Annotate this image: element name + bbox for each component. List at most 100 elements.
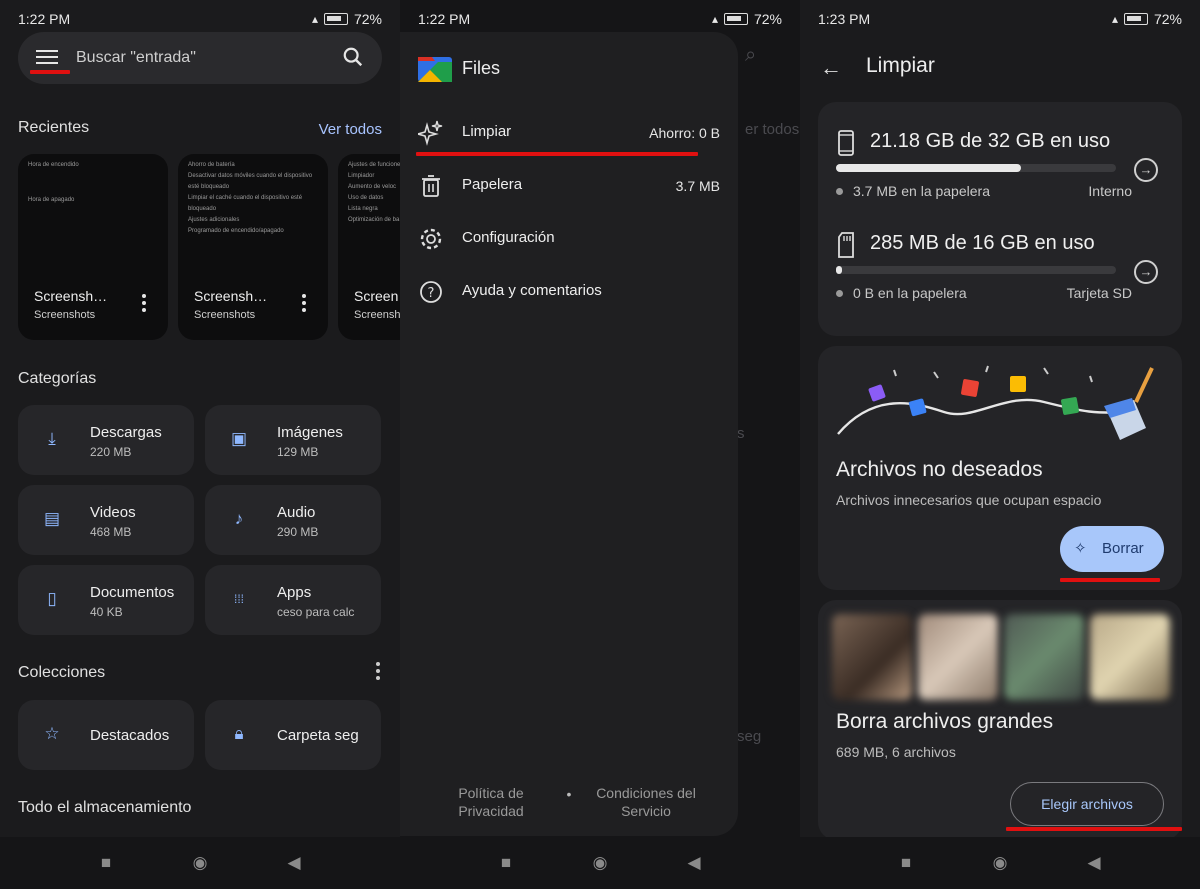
privacy-link[interactable]: Política de Privacidad xyxy=(450,784,532,820)
junk-title: Archivos no deseados xyxy=(836,458,1043,481)
video-icon: ▤ xyxy=(43,509,61,528)
apps-grid-icon: ⁞⁞⁞ xyxy=(233,592,244,606)
back-button[interactable]: ◀ xyxy=(1082,851,1106,875)
ahorro-value: Ahorro: 0 B xyxy=(649,125,720,141)
document-icon: ▯ xyxy=(47,589,57,608)
colecciones-title: Colecciones xyxy=(18,664,106,681)
trash-icon xyxy=(422,175,440,197)
gear-icon xyxy=(420,228,442,250)
almacenamiento-title: Todo el almacenamiento xyxy=(18,799,192,816)
large-files-description: 689 MB, 6 archivos xyxy=(836,744,956,760)
status-time: 1:23 PM xyxy=(818,11,871,27)
wifi-icon: ▴ xyxy=(1111,12,1118,26)
system-nav-bar: ■ ◉ ◀ xyxy=(800,837,1200,889)
wifi-icon: ▴ xyxy=(711,12,718,26)
recent-thumbnail[interactable]: Ajustes de funciones Limpiador Aumento d… xyxy=(338,154,400,340)
battery-icon xyxy=(723,13,748,25)
wifi-icon: ▴ xyxy=(311,12,318,26)
category-videos[interactable]: ▤ Videos 468 MB xyxy=(18,485,194,555)
drawer-item-ayuda[interactable]: ? Ayuda y comentarios xyxy=(400,271,738,311)
collection-destacados[interactable]: ☆ Destacados xyxy=(18,700,194,770)
large-files-card: Borra archivos grandes 689 MB, 6 archivo… xyxy=(818,600,1182,840)
home-button[interactable]: ◉ xyxy=(588,851,612,875)
highlight-underline xyxy=(416,152,698,156)
star-icon: ☆ xyxy=(44,724,60,743)
recent-file-name: Screensh… xyxy=(194,288,268,304)
navigation-drawer: Files Limpiar Ahorro: 0 B Papelera 3.7 M… xyxy=(400,32,738,836)
help-icon: ? xyxy=(420,281,442,303)
recent-thumbnail[interactable]: Ahorro de batería Desactivar datos móvil… xyxy=(178,154,328,340)
usage-fill xyxy=(836,266,842,274)
terms-link[interactable]: Condiciones del Servicio xyxy=(586,784,706,820)
category-audio[interactable]: ♪ Audio 290 MB xyxy=(205,485,381,555)
lock-icon: 🔒︎ xyxy=(234,724,244,743)
colecciones-more-icon[interactable] xyxy=(376,662,380,680)
battery-level: 72% xyxy=(753,11,782,27)
open-storage-arrow-icon[interactable]: → xyxy=(1134,158,1158,182)
drawer-item-limpiar[interactable]: Limpiar Ahorro: 0 B xyxy=(400,112,738,152)
search-placeholder[interactable]: Buscar "entrada" xyxy=(76,49,196,67)
files-logo-icon xyxy=(418,57,452,82)
hamburger-menu-icon[interactable] xyxy=(36,46,62,68)
image-icon: ▣ xyxy=(230,429,248,448)
recent-file-name: Screen xyxy=(354,288,399,304)
papelera-size: 3.7 MB xyxy=(675,178,720,194)
system-nav-bar: ■ ◉ ◀ xyxy=(400,837,800,889)
recents-button[interactable]: ■ xyxy=(494,851,518,875)
sparkle-icon: ✧ xyxy=(1074,540,1087,557)
category-apps[interactable]: ⁞⁞⁞ Apps ceso para calc xyxy=(205,565,381,635)
phone-icon xyxy=(838,130,854,156)
highlight-underline xyxy=(1006,827,1182,831)
storage-card: 21.18 GB de 32 GB en uso 3.7 MB en la pa… xyxy=(818,102,1182,336)
cleaning-illustration xyxy=(837,365,1154,440)
search-bar[interactable]: Buscar "entrada" xyxy=(18,32,382,84)
category-descargas[interactable]: ⤓ Descargas 220 MB xyxy=(18,405,194,475)
image-preview xyxy=(918,614,998,700)
image-preview xyxy=(1090,614,1170,700)
page-title: Limpiar xyxy=(866,54,935,77)
back-arrow-icon[interactable]: ← xyxy=(820,55,842,81)
categorias-title: Categorías xyxy=(18,370,97,387)
more-options-icon[interactable] xyxy=(142,294,146,315)
elegir-archivos-button[interactable]: Elegir archivos xyxy=(1010,782,1164,826)
drawer-item-configuracion[interactable]: Configuración xyxy=(400,218,738,258)
junk-description: Archivos innecesarios que ocupan espacio xyxy=(836,492,1102,508)
battery-level: 72% xyxy=(1153,11,1182,27)
battery-icon xyxy=(1123,13,1148,25)
download-icon: ⤓ xyxy=(48,429,56,448)
status-time: 1:22 PM xyxy=(418,11,471,27)
category-imagenes[interactable]: ▣ Imágenes 129 MB xyxy=(205,405,381,475)
highlight-underline xyxy=(1060,578,1160,582)
sd-card-icon xyxy=(838,232,854,258)
search-icon[interactable] xyxy=(342,46,364,68)
recent-file-folder: Screenshots xyxy=(194,309,256,321)
home-button[interactable]: ◉ xyxy=(988,851,1012,875)
recents-button[interactable]: ■ xyxy=(894,851,918,875)
status-bar: 1:23 PM ▴ 72% xyxy=(800,0,1200,38)
svg-text:?: ? xyxy=(428,286,435,301)
recents-button[interactable]: ■ xyxy=(94,851,118,875)
battery-level: 72% xyxy=(353,11,382,27)
recent-file-folder: Screenshots xyxy=(34,309,96,321)
image-preview xyxy=(832,614,912,700)
files-home-screen: 1:22 PM ▴ 72% Buscar "entrada" Recientes… xyxy=(0,0,400,889)
junk-files-card: Archivos no deseados Archivos innecesari… xyxy=(818,346,1182,590)
category-documentos[interactable]: ▯ Documentos 40 KB xyxy=(18,565,194,635)
sparkle-icon xyxy=(418,120,443,146)
app-title: Files xyxy=(462,58,501,78)
back-button[interactable]: ◀ xyxy=(682,851,706,875)
recent-thumbnail[interactable]: Hora de encendido Hora de apagado Screen… xyxy=(18,154,168,340)
battery-icon xyxy=(323,13,348,25)
open-storage-arrow-icon[interactable]: → xyxy=(1134,260,1158,284)
drawer-item-papelera[interactable]: Papelera 3.7 MB xyxy=(400,165,738,205)
ver-todos-link[interactable]: Ver todos xyxy=(319,121,382,138)
files-drawer-screen: ⌕ er todos s seg 1:22 PM ▴ 72% Files Lim… xyxy=(400,0,800,889)
home-button[interactable]: ◉ xyxy=(188,851,212,875)
large-files-title: Borra archivos grandes xyxy=(836,710,1054,733)
collection-carpeta-segura[interactable]: 🔒︎ Carpeta seg xyxy=(205,700,381,770)
borrar-button[interactable]: ✧ Borrar xyxy=(1060,526,1164,572)
more-options-icon[interactable] xyxy=(302,294,306,315)
highlight-underline xyxy=(30,70,70,74)
back-button[interactable]: ◀ xyxy=(282,851,306,875)
recent-file-name: Screensh… xyxy=(34,288,108,304)
